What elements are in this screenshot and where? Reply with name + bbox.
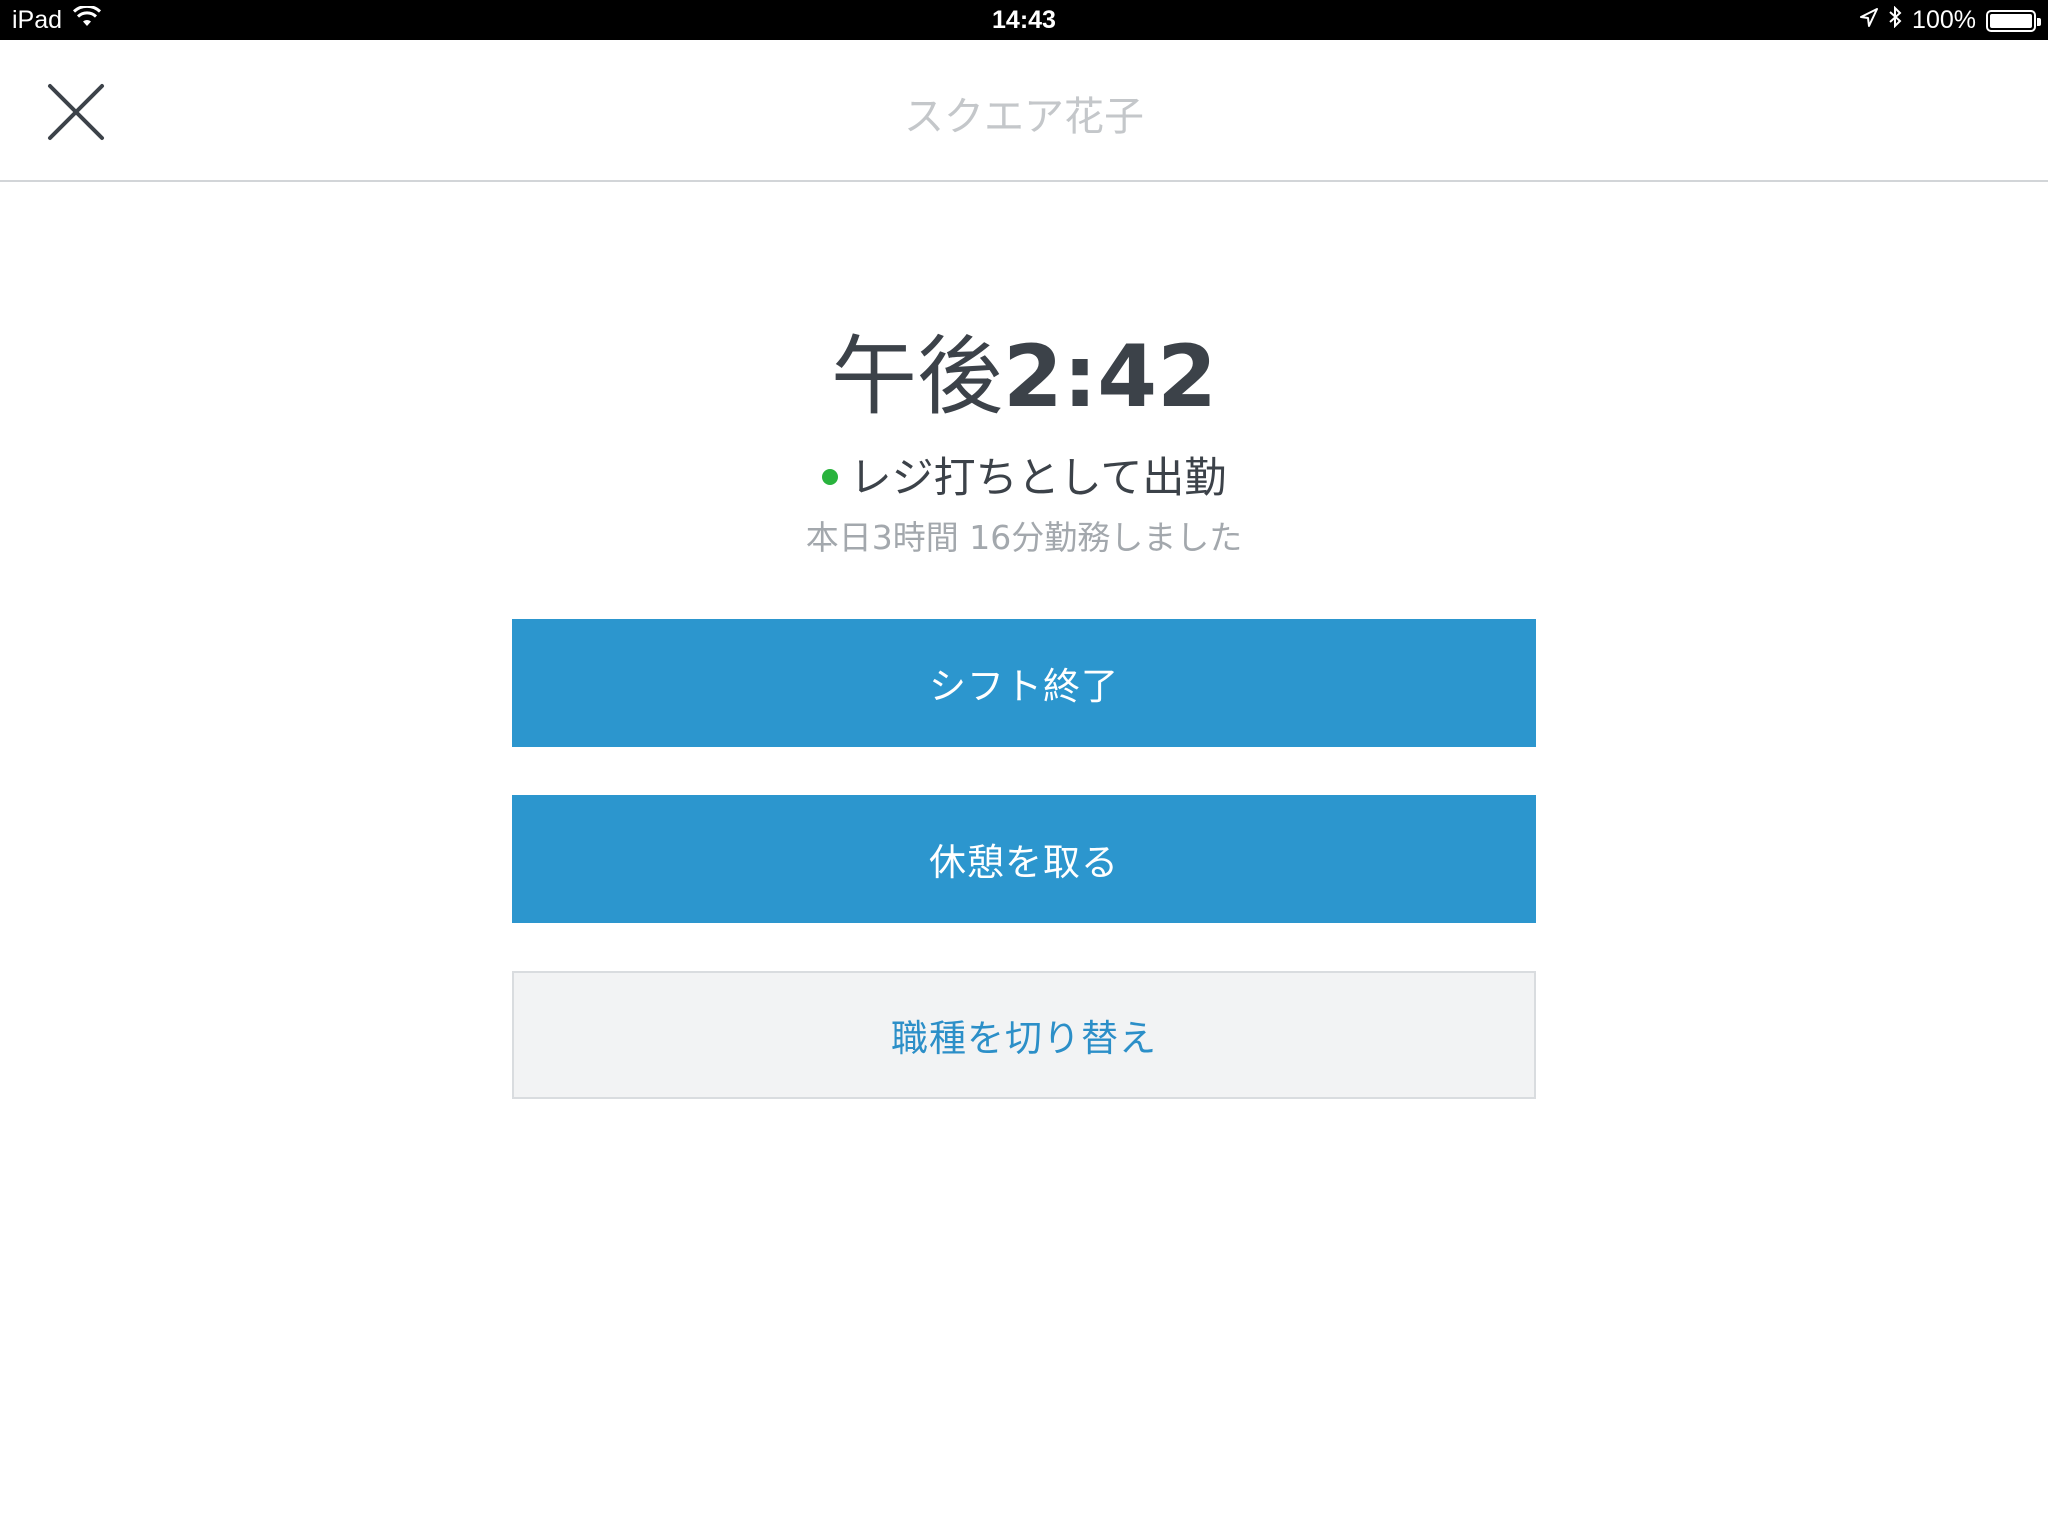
status-dot-icon: [821, 468, 838, 485]
status-text: レジ打ちとして出勤: [849, 453, 1227, 502]
current-time: 午後2:42: [0, 334, 2048, 420]
clock-in-status: レジ打ちとして出勤: [0, 444, 2048, 505]
time-period: 午後: [831, 327, 1004, 427]
take-break-label: 休憩を取る: [929, 841, 1119, 884]
end-shift-label: シフト終了: [929, 665, 1119, 708]
battery-fill: [1990, 13, 2032, 28]
battery-percent: 100%: [1912, 6, 1976, 34]
take-break-button[interactable]: 休憩を取る: [512, 795, 1536, 923]
status-right: 100%: [1860, 5, 2041, 35]
end-shift-button[interactable]: シフト終了: [512, 619, 1536, 747]
location-icon: [1860, 6, 1879, 35]
battery-icon: [1986, 9, 2041, 32]
status-time: 14:43: [992, 6, 1056, 34]
worked-duration: 本日3時間 16分勤務しました: [805, 518, 1243, 557]
page-title: スクエア花子: [904, 94, 1144, 140]
switch-job-label: 職種を切り替え: [891, 1017, 1157, 1060]
status-bar: iPad 14:43 100%: [0, 0, 2048, 40]
time-clock: 2:42: [1003, 327, 1217, 427]
bluetooth-icon: [1888, 5, 1902, 35]
nav-bar: スクエア花子: [0, 40, 2048, 182]
switch-job-button[interactable]: 職種を切り替え: [512, 971, 1536, 1099]
